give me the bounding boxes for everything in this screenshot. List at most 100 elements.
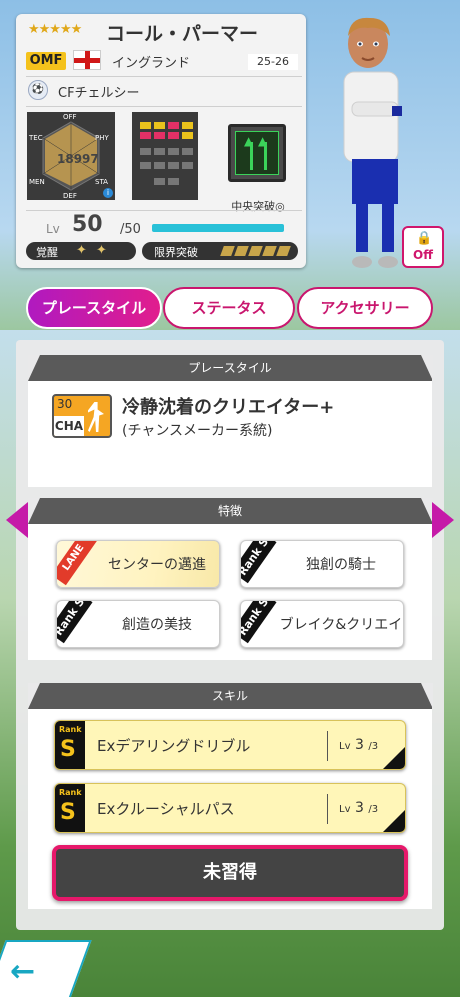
awakening-star-icon: ✦ [96, 243, 107, 258]
prev-arrow-button[interactable] [6, 502, 28, 538]
tab-status[interactable]: ステータス [163, 287, 295, 329]
arrow-up-icon: ▲ [244, 134, 254, 148]
pos-cell [168, 178, 179, 185]
trait-label: 創造の美技 [122, 617, 192, 633]
divider [26, 210, 302, 211]
trait-card[interactable]: Rank S 創造の美技 [56, 600, 220, 648]
playstyle-icon: 30 CHA [52, 394, 112, 438]
tab-playstyle[interactable]: プレースタイル [26, 287, 162, 329]
trait-label: センターの邁進 [108, 557, 206, 573]
level-value: 50 [72, 212, 103, 237]
position-badge: OMF [26, 52, 66, 70]
pos-cell [168, 122, 179, 129]
skill-rank-value: S [60, 800, 76, 825]
trait-label: ブレイク&クリエイト [279, 617, 403, 633]
skill-card[interactable]: Rank S Exクルーシャルパス Lv 3 /3 [54, 783, 406, 833]
overall-rating: 18997 [57, 152, 99, 166]
stat-hexagon-chart[interactable]: OFF TEC PHY MEN STA DEF 18997 i [27, 112, 115, 200]
pos-cell [182, 132, 193, 139]
stat-label-phy: PHY [95, 134, 109, 142]
back-arrow-icon[interactable]: ← [10, 954, 35, 989]
playstyle-subtitle: (チャンスメーカー系統) [122, 423, 273, 439]
playstyle-icon-code: CHA [54, 416, 84, 436]
skill-corner-decor [383, 810, 405, 832]
season-label: 25-26 [248, 54, 298, 70]
skill-corner-decor [383, 747, 405, 769]
awakening-star-icon: ✦ [76, 243, 87, 258]
divider [327, 731, 328, 761]
divider [26, 106, 302, 107]
next-arrow-button[interactable] [432, 502, 454, 538]
trait-label: 独創の騎士 [306, 557, 376, 573]
rank-badge: Rank S [57, 601, 93, 644]
skill-rank-badge: Rank S [55, 721, 85, 769]
limit-break-segment [220, 246, 235, 256]
pos-cell [154, 132, 165, 139]
limit-break-label: 限界突破 [154, 246, 198, 259]
pos-cell [140, 162, 151, 169]
nationality: イングランド [112, 56, 191, 71]
skill-card[interactable]: Rank S Exデアリングドリブル Lv 3 /3 [54, 720, 406, 770]
trait-card[interactable]: Rank S ブレイク&クリエイト [240, 600, 404, 648]
trait-card[interactable]: LANE センターの邁進 [56, 540, 220, 588]
pos-cell [168, 132, 179, 139]
playstyle-icon-level: 30 [57, 397, 73, 411]
pos-cell [168, 148, 179, 155]
skill-level: Lv 3 /3 [339, 737, 379, 753]
stat-label-tec: TEC [29, 134, 43, 142]
limit-break-segment [234, 246, 249, 256]
lock-toggle-label: Off [413, 248, 433, 262]
pos-cell [182, 162, 193, 169]
level-prefix: Lv [46, 222, 60, 236]
pos-cell [182, 148, 193, 155]
skill-rank-label: Rank [59, 788, 82, 797]
pos-cell [140, 148, 151, 155]
divider [26, 76, 302, 77]
pos-cell [168, 162, 179, 169]
player-name: コール・パーマー [106, 23, 259, 45]
limit-break-segment [248, 246, 263, 256]
lock-icon: 🔒 [416, 231, 433, 246]
level-max: /50 [120, 222, 141, 237]
skill-rank-value: S [60, 737, 76, 762]
club-name: CFチェルシー [58, 86, 140, 101]
pos-cell [140, 122, 151, 129]
playstyle-header: プレースタイル [28, 355, 433, 381]
tactic-field: ▲ ▲ [235, 131, 279, 175]
divider [327, 794, 328, 824]
limit-break-badge: 限界突破 [142, 242, 298, 260]
arrow-up-icon: ▲ [258, 134, 268, 148]
limit-break-segment [262, 246, 277, 256]
pos-cell [154, 122, 165, 129]
lane-badge: LANE [57, 541, 97, 586]
club-crest-icon: ⚽ [28, 80, 48, 100]
pos-cell [182, 122, 193, 129]
info-icon[interactable]: i [103, 188, 113, 198]
awakening-label: 覚醒 [36, 246, 58, 259]
unlearned-button[interactable]: 未習得 [52, 845, 408, 901]
pos-cell [140, 132, 151, 139]
player-card: ★★★★★ コール・パーマー OMF イングランド 25-26 ⚽ CFチェルシ… [16, 14, 306, 268]
skill-level: Lv 3 /3 [339, 800, 379, 816]
tab-accessory[interactable]: アクセサリー [297, 287, 433, 329]
tactic-icon[interactable]: ▲ ▲ [228, 124, 286, 182]
position-map [132, 112, 198, 200]
level-progress-bar [152, 224, 284, 232]
chance-maker-icon [88, 402, 104, 432]
trait-card[interactable]: Rank S 独創の騎士 [240, 540, 404, 588]
stat-label-off: OFF [63, 113, 77, 121]
england-flag-icon [73, 50, 101, 70]
skill-rank-badge: Rank S [55, 784, 85, 832]
stat-label-def: DEF [63, 192, 77, 200]
skill-name: Exクルーシャルパス [97, 800, 235, 818]
lock-toggle-button[interactable]: 🔒 Off [402, 226, 444, 268]
rank-badge: Rank S [241, 541, 277, 584]
pos-cell [154, 178, 165, 185]
traits-header: 特徴 [28, 498, 433, 524]
awakening-badge: 覚醒 ✦ ✦ [26, 242, 136, 260]
limit-break-segment [276, 246, 291, 256]
skill-rank-label: Rank [59, 725, 82, 734]
pos-cell [154, 148, 165, 155]
rank-badge: Rank S [241, 601, 277, 644]
stat-label-sta: STA [95, 178, 108, 186]
